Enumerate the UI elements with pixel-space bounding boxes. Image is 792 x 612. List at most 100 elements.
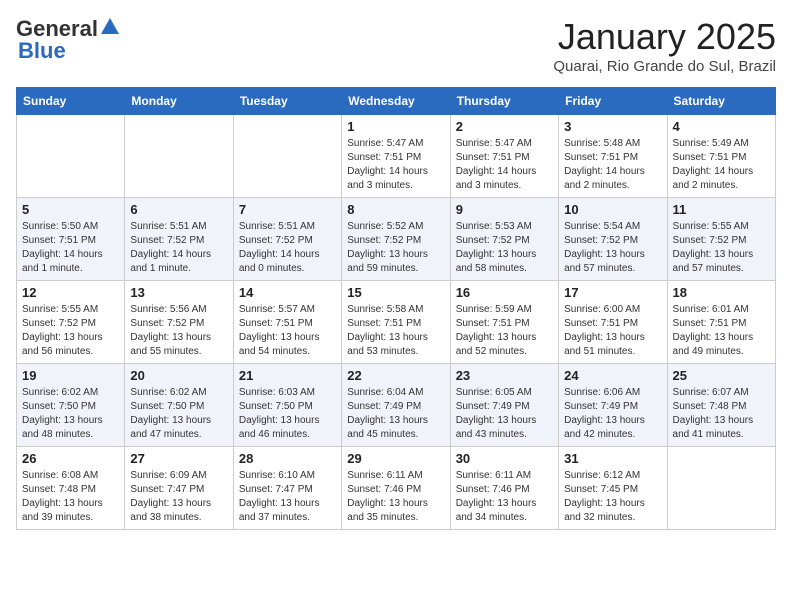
weekday-header-tuesday: Tuesday — [233, 88, 341, 115]
day-info: Sunrise: 5:50 AMSunset: 7:51 PMDaylight:… — [22, 220, 119, 276]
day-number: 2 — [456, 119, 553, 134]
day-info: Sunrise: 6:01 AMSunset: 7:51 PMDaylight:… — [673, 303, 770, 359]
day-number: 13 — [130, 285, 227, 300]
weekday-header-friday: Friday — [559, 88, 667, 115]
calendar-cell: 5Sunrise: 5:50 AMSunset: 7:51 PMDaylight… — [17, 198, 125, 281]
day-info: Sunrise: 6:02 AMSunset: 7:50 PMDaylight:… — [22, 386, 119, 442]
calendar-cell: 4 Sunrise: 5:49 AMSunset: 7:51 PMDaylight… — [667, 115, 775, 198]
calendar-cell: 22 Sunrise: 6:04 AMSunset: 7:49 PMDayligh… — [342, 364, 450, 447]
day-info: Sunrise: 5:55 AMSunset: 7:52 PMDaylight:… — [673, 220, 770, 276]
day-number: 22 — [347, 368, 444, 383]
day-info: Sunrise: 6:11 AMSunset: 7:46 PMDaylight:… — [456, 469, 553, 525]
calendar-cell: 2 Sunrise: 5:47 AMSunset: 7:51 PMDaylight… — [450, 115, 558, 198]
day-number: 26 — [22, 451, 119, 466]
calendar-cell: 26 Sunrise: 6:08 AMSunset: 7:48 PMDayligh… — [17, 447, 125, 530]
day-number: 15 — [347, 285, 444, 300]
calendar-week-row: 19 Sunrise: 6:02 AMSunset: 7:50 PMDayligh… — [17, 364, 776, 447]
day-info: Sunrise: 5:49 AMSunset: 7:51 PMDaylight:… — [673, 137, 770, 193]
calendar-cell: 11 Sunrise: 5:55 AMSunset: 7:52 PMDayligh… — [667, 198, 775, 281]
weekday-header-saturday: Saturday — [667, 88, 775, 115]
day-info: Sunrise: 5:47 AMSunset: 7:51 PMDaylight:… — [347, 137, 444, 193]
day-number: 8 — [347, 202, 444, 217]
calendar-cell: 17 Sunrise: 6:00 AMSunset: 7:51 PMDayligh… — [559, 281, 667, 364]
day-number: 24 — [564, 368, 661, 383]
day-number: 21 — [239, 368, 336, 383]
day-number: 9 — [456, 202, 553, 217]
day-number: 27 — [130, 451, 227, 466]
logo-blue-text: Blue — [18, 38, 66, 64]
day-info: Sunrise: 6:04 AMSunset: 7:49 PMDaylight:… — [347, 386, 444, 442]
day-number: 23 — [456, 368, 553, 383]
day-info: Sunrise: 5:55 AMSunset: 7:52 PMDaylight:… — [22, 303, 119, 359]
day-info: Sunrise: 5:52 AMSunset: 7:52 PMDaylight:… — [347, 220, 444, 276]
calendar-cell: 24 Sunrise: 6:06 AMSunset: 7:49 PMDayligh… — [559, 364, 667, 447]
calendar-cell: 28 Sunrise: 6:10 AMSunset: 7:47 PMDayligh… — [233, 447, 341, 530]
calendar-cell: 8 Sunrise: 5:52 AMSunset: 7:52 PMDaylight… — [342, 198, 450, 281]
day-info: Sunrise: 5:53 AMSunset: 7:52 PMDaylight:… — [456, 220, 553, 276]
day-number: 1 — [347, 119, 444, 134]
day-info: Sunrise: 5:54 AMSunset: 7:52 PMDaylight:… — [564, 220, 661, 276]
day-number: 31 — [564, 451, 661, 466]
day-number: 28 — [239, 451, 336, 466]
day-number: 7 — [239, 202, 336, 217]
logo-icon — [99, 16, 121, 38]
calendar-week-row: 5Sunrise: 5:50 AMSunset: 7:51 PMDaylight… — [17, 198, 776, 281]
weekday-header-row: SundayMondayTuesdayWednesdayThursdayFrid… — [17, 88, 776, 115]
day-number: 10 — [564, 202, 661, 217]
calendar-cell: 23 Sunrise: 6:05 AMSunset: 7:49 PMDayligh… — [450, 364, 558, 447]
day-info: Sunrise: 6:05 AMSunset: 7:49 PMDaylight:… — [456, 386, 553, 442]
calendar-cell: 1 Sunrise: 5:47 AMSunset: 7:51 PMDaylight… — [342, 115, 450, 198]
day-info: Sunrise: 6:06 AMSunset: 7:49 PMDaylight:… — [564, 386, 661, 442]
day-number: 11 — [673, 202, 770, 217]
logo: General Blue — [16, 16, 121, 64]
calendar-title: January 2025 — [553, 16, 776, 58]
day-info: Sunrise: 6:00 AMSunset: 7:51 PMDaylight:… — [564, 303, 661, 359]
calendar-cell: 30Sunrise: 6:11 AMSunset: 7:46 PMDayligh… — [450, 447, 558, 530]
page-header: General Blue January 2025 Quarai, Rio Gr… — [16, 16, 776, 75]
day-info: Sunrise: 6:09 AMSunset: 7:47 PMDaylight:… — [130, 469, 227, 525]
calendar-subtitle: Quarai, Rio Grande do Sul, Brazil — [553, 58, 776, 75]
day-number: 14 — [239, 285, 336, 300]
calendar-cell: 13 Sunrise: 5:56 AMSunset: 7:52 PMDayligh… — [125, 281, 233, 364]
calendar-cell: 31Sunrise: 6:12 AMSunset: 7:45 PMDayligh… — [559, 447, 667, 530]
calendar-cell: 19 Sunrise: 6:02 AMSunset: 7:50 PMDayligh… — [17, 364, 125, 447]
day-info: Sunrise: 5:47 AMSunset: 7:51 PMDaylight:… — [456, 137, 553, 193]
day-number: 17 — [564, 285, 661, 300]
day-info: Sunrise: 5:48 AMSunset: 7:51 PMDaylight:… — [564, 137, 661, 193]
calendar-cell — [233, 115, 341, 198]
day-info: Sunrise: 6:02 AMSunset: 7:50 PMDaylight:… — [130, 386, 227, 442]
day-number: 12 — [22, 285, 119, 300]
day-info: Sunrise: 6:10 AMSunset: 7:47 PMDaylight:… — [239, 469, 336, 525]
calendar-cell: 9 Sunrise: 5:53 AMSunset: 7:52 PMDaylight… — [450, 198, 558, 281]
day-number: 6 — [130, 202, 227, 217]
calendar-cell: 18Sunrise: 6:01 AMSunset: 7:51 PMDayligh… — [667, 281, 775, 364]
day-info: Sunrise: 5:56 AMSunset: 7:52 PMDaylight:… — [130, 303, 227, 359]
calendar-week-row: 12 Sunrise: 5:55 AMSunset: 7:52 PMDayligh… — [17, 281, 776, 364]
calendar-cell: 6 Sunrise: 5:51 AMSunset: 7:52 PMDaylight… — [125, 198, 233, 281]
day-number: 29 — [347, 451, 444, 466]
calendar-table: SundayMondayTuesdayWednesdayThursdayFrid… — [16, 87, 776, 530]
day-info: Sunrise: 6:11 AMSunset: 7:46 PMDaylight:… — [347, 469, 444, 525]
calendar-cell: 29 Sunrise: 6:11 AMSunset: 7:46 PMDayligh… — [342, 447, 450, 530]
day-info: Sunrise: 5:51 AMSunset: 7:52 PMDaylight:… — [130, 220, 227, 276]
calendar-cell: 12 Sunrise: 5:55 AMSunset: 7:52 PMDayligh… — [17, 281, 125, 364]
calendar-week-row: 26 Sunrise: 6:08 AMSunset: 7:48 PMDayligh… — [17, 447, 776, 530]
calendar-cell: 3 Sunrise: 5:48 AMSunset: 7:51 PMDaylight… — [559, 115, 667, 198]
calendar-cell — [17, 115, 125, 198]
day-info: Sunrise: 5:58 AMSunset: 7:51 PMDaylight:… — [347, 303, 444, 359]
weekday-header-wednesday: Wednesday — [342, 88, 450, 115]
calendar-cell: 25Sunrise: 6:07 AMSunset: 7:48 PMDayligh… — [667, 364, 775, 447]
calendar-week-row: 1 Sunrise: 5:47 AMSunset: 7:51 PMDaylight… — [17, 115, 776, 198]
day-number: 16 — [456, 285, 553, 300]
day-number: 3 — [564, 119, 661, 134]
day-number: 19 — [22, 368, 119, 383]
day-info: Sunrise: 5:51 AMSunset: 7:52 PMDaylight:… — [239, 220, 336, 276]
calendar-cell: 27 Sunrise: 6:09 AMSunset: 7:47 PMDayligh… — [125, 447, 233, 530]
calendar-cell: 10 Sunrise: 5:54 AMSunset: 7:52 PMDayligh… — [559, 198, 667, 281]
day-number: 4 — [673, 119, 770, 134]
day-info: Sunrise: 6:08 AMSunset: 7:48 PMDaylight:… — [22, 469, 119, 525]
title-area: January 2025 Quarai, Rio Grande do Sul, … — [553, 16, 776, 75]
calendar-cell: 14Sunrise: 5:57 AMSunset: 7:51 PMDayligh… — [233, 281, 341, 364]
day-info: Sunrise: 6:07 AMSunset: 7:48 PMDaylight:… — [673, 386, 770, 442]
calendar-cell: 21Sunrise: 6:03 AMSunset: 7:50 PMDayligh… — [233, 364, 341, 447]
